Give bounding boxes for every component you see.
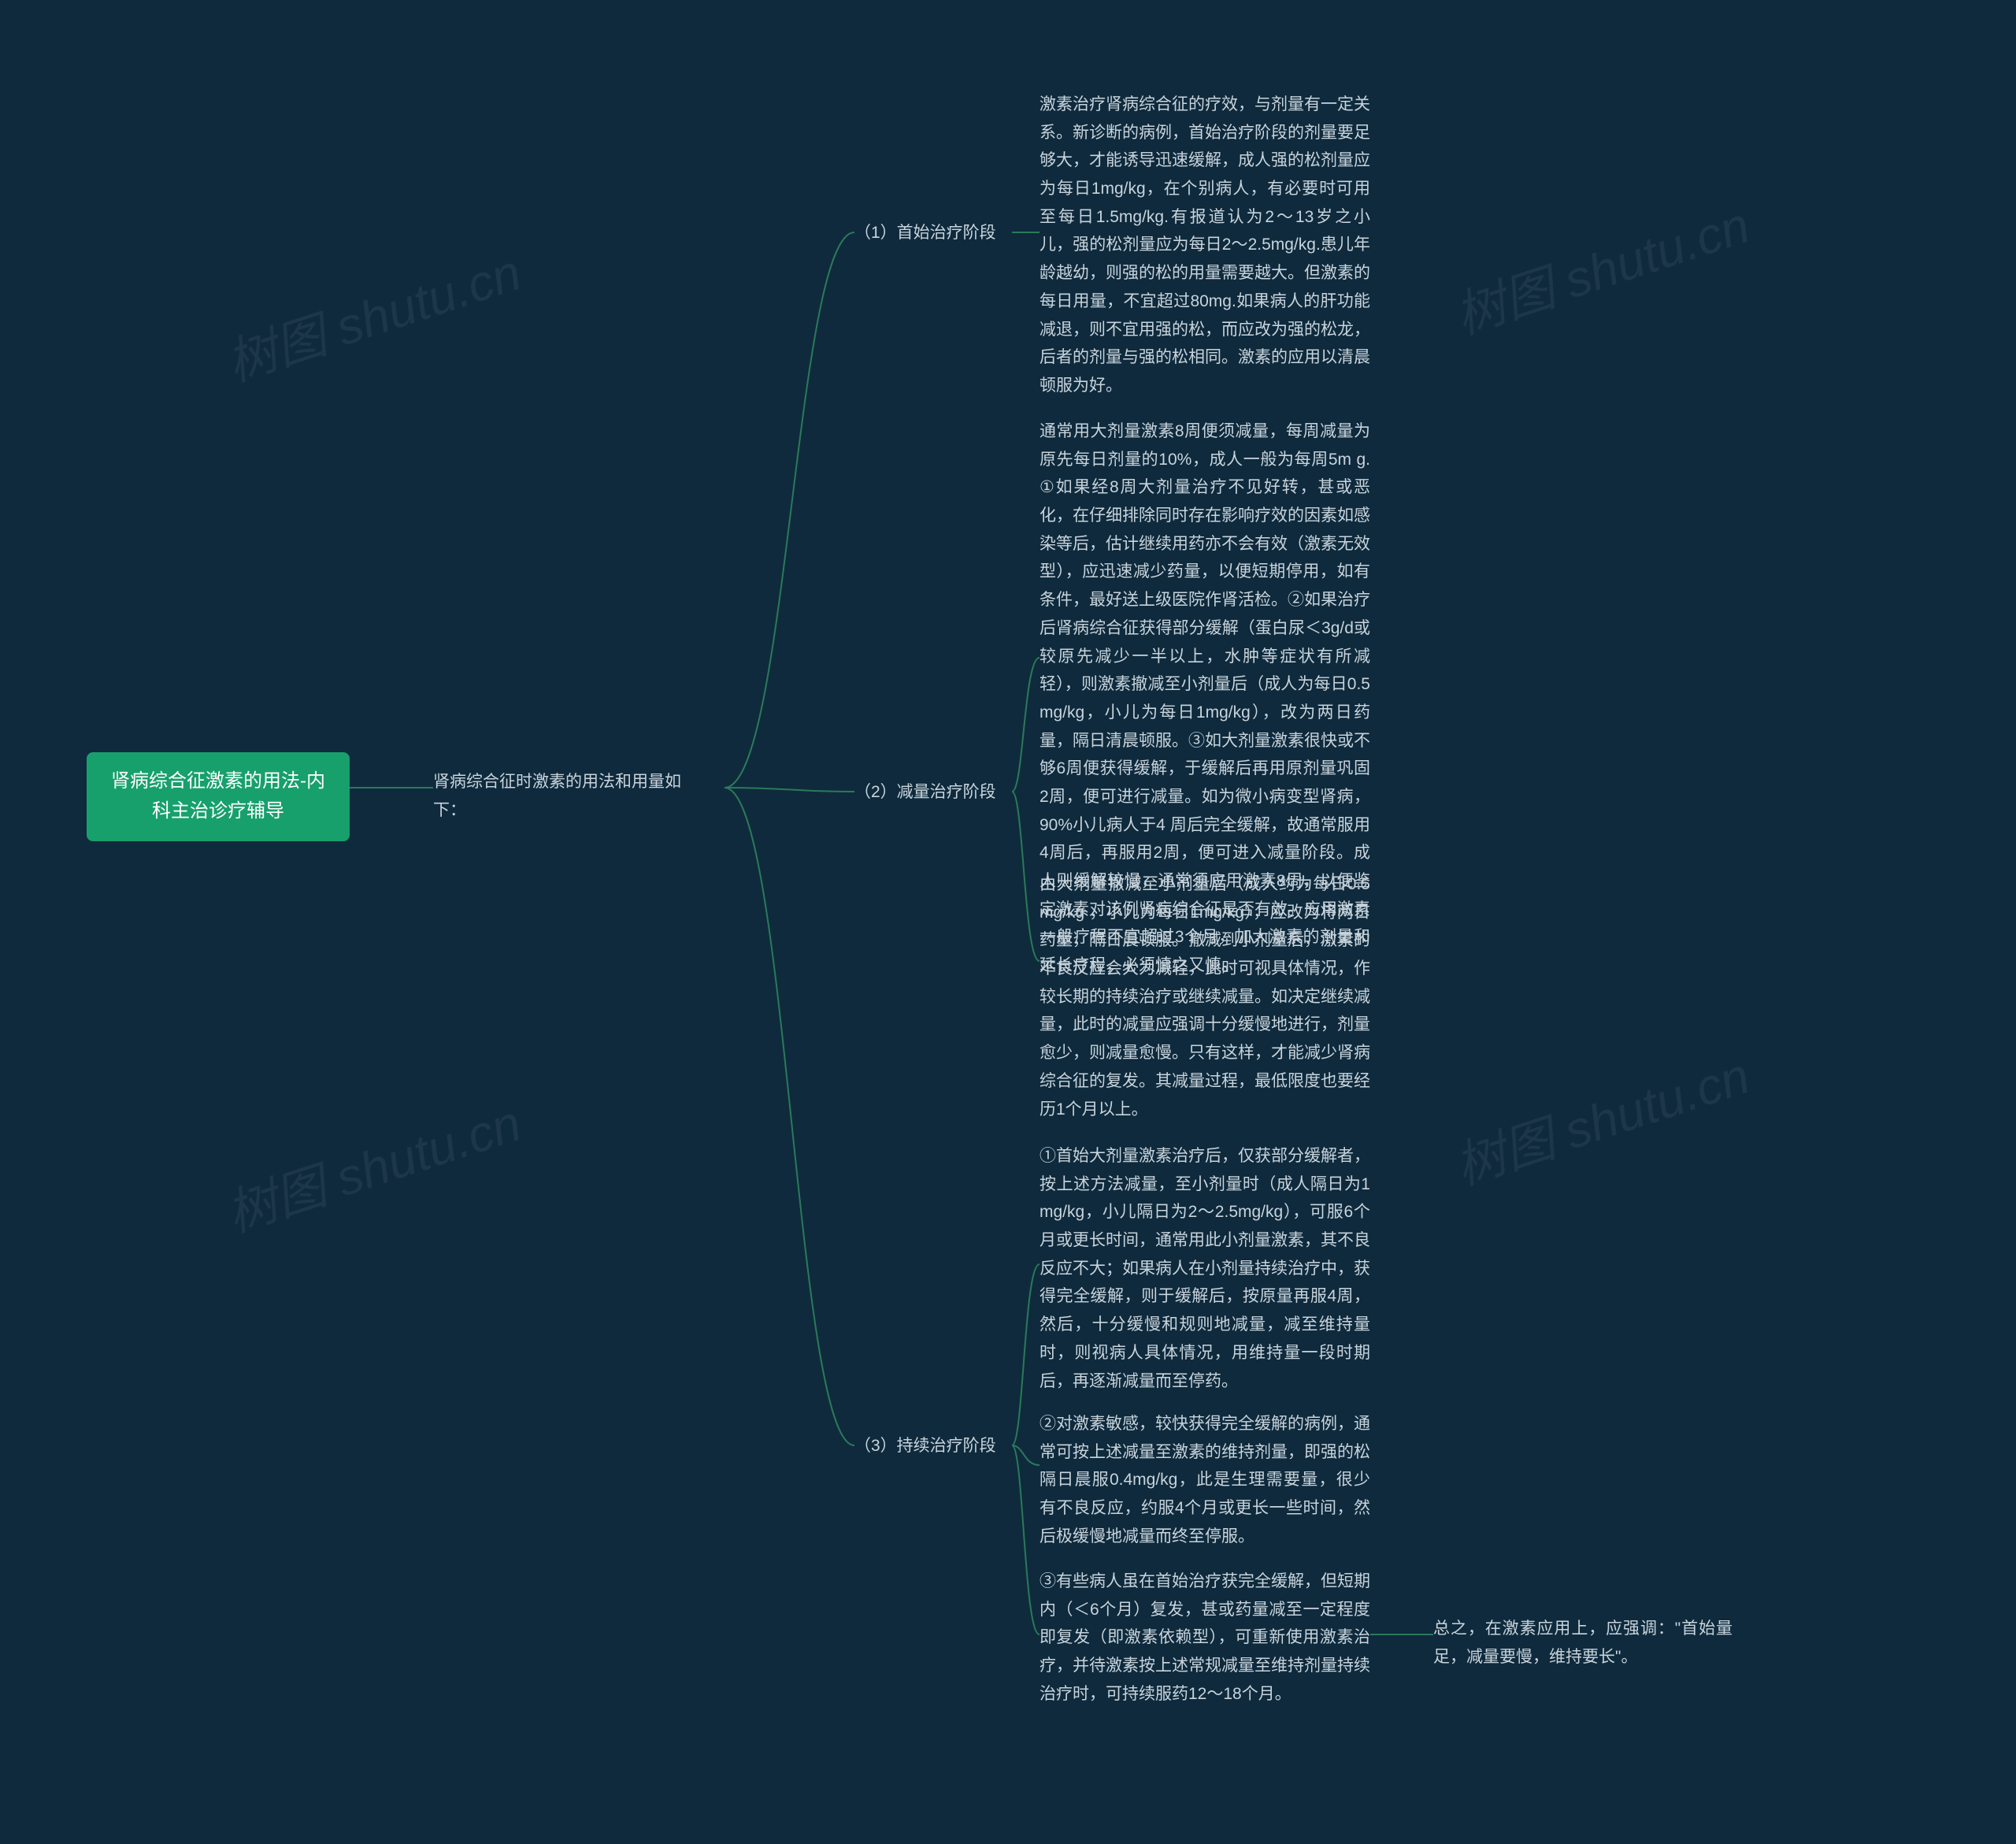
connector-layer: [0, 0, 2016, 1844]
stage1-p1-text: 激素治疗肾病综合征的疗效，与剂量有一定关系。新诊断的病例，首始治疗阶段的剂量要足…: [1040, 95, 1370, 395]
stage3-p2-node[interactable]: ②对激素敏感，较快获得完全缓解的病例，通常可按上述减量至激素的维持剂量，即强的松…: [1040, 1410, 1370, 1550]
stage3-p1-text: ①首始大剂量激素治疗后，仅获部分缓解者，按上述方法减量，至小剂量时（成人隔日为1…: [1040, 1147, 1370, 1390]
watermark: 树图 shutu.cn: [1432, 145, 1756, 345]
watermark: 树图 shutu.cn: [1432, 996, 1756, 1196]
stage1-p1-node[interactable]: 激素治疗肾病综合征的疗效，与剂量有一定关系。新诊断的病例，首始治疗阶段的剂量要足…: [1040, 91, 1370, 400]
watermark: 树图 shutu.cn: [203, 1043, 528, 1243]
stage3-p3-text: ③有些病人虽在首始治疗获完全缓解，但短期内（＜6个月）复发，甚或药量减至一定程度…: [1040, 1572, 1370, 1703]
stage2-node[interactable]: （2）减量治疗阶段: [854, 778, 996, 807]
stage3-p3-node[interactable]: ③有些病人虽在首始治疗获完全缓解，但短期内（＜6个月）复发，甚或药量减至一定程度…: [1040, 1568, 1370, 1708]
stage1-node[interactable]: （1）首始治疗阶段: [854, 219, 996, 247]
final-node[interactable]: 总之，在激素应用上，应强调："首始量足，减量要慢，维持要长"。: [1433, 1615, 1732, 1671]
stage3-p1-node[interactable]: ①首始大剂量激素治疗后，仅获部分缓解者，按上述方法减量，至小剂量时（成人隔日为1…: [1040, 1142, 1370, 1395]
stage3-node[interactable]: （3）持续治疗阶段: [854, 1432, 996, 1460]
root-title-line2: 科主治诊疗辅导: [152, 800, 284, 822]
level1-label: 肾病综合征时激素的用法和用量如 下：: [433, 773, 681, 819]
stage3-label: （3）持续治疗阶段: [854, 1437, 996, 1455]
level1-node[interactable]: 肾病综合征时激素的用法和用量如 下：: [433, 768, 732, 824]
final-text: 总之，在激素应用上，应强调："首始量足，减量要慢，维持要长"。: [1433, 1620, 1732, 1666]
stage1-label: （1）首始治疗阶段: [854, 224, 996, 242]
root-node[interactable]: 肾病综合征激素的用法-内 科主治诊疗辅导: [87, 752, 350, 841]
stage3-p2-text: ②对激素敏感，较快获得完全缓解的病例，通常可按上述减量至激素的维持剂量，即强的松…: [1040, 1415, 1370, 1545]
stage2-p2-node[interactable]: 由大剂量撤减至小剂量后（成人约为每日0.5mg/kg ，小儿为每日1mg/kg）…: [1040, 870, 1370, 1123]
stage2-p2-text: 由大剂量撤减至小剂量后（成人约为每日0.5mg/kg ，小儿为每日1mg/kg）…: [1040, 875, 1370, 1119]
root-title-line1: 肾病综合征激素的用法-内: [111, 770, 325, 792]
stage2-label: （2）减量治疗阶段: [854, 783, 996, 801]
watermark: 树图 shutu.cn: [203, 192, 528, 392]
mindmap-canvas: 树图 shutu.cn 树图 shutu.cn 树图 shutu.cn 树图 s…: [0, 0, 2016, 1844]
